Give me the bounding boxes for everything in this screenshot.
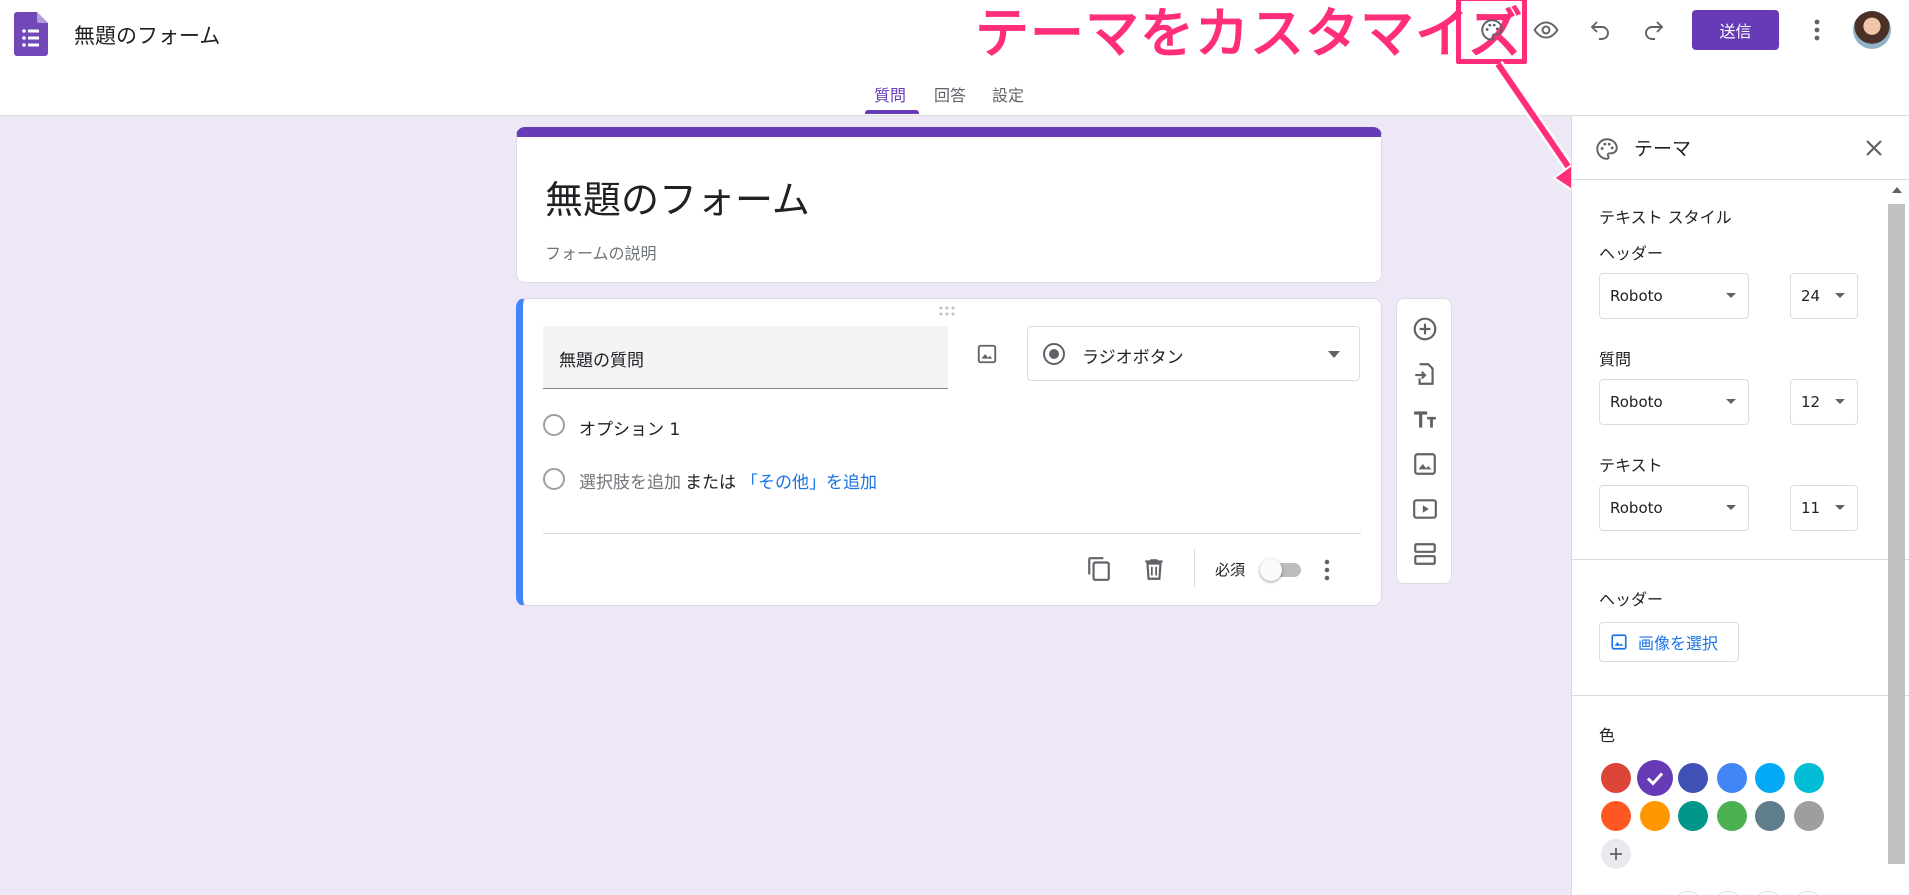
question-title-input[interactable]: 無題の質問 (543, 326, 948, 389)
import-icon[interactable] (1405, 354, 1445, 394)
color-swatch[interactable] (1678, 801, 1708, 831)
required-label: 必須 (1215, 561, 1246, 579)
header-font-value: Roboto (1610, 287, 1663, 305)
choose-image-button[interactable]: 画像を選択 (1599, 622, 1739, 662)
image-icon[interactable] (976, 343, 998, 365)
redo-icon[interactable] (1634, 10, 1674, 50)
card-divider (543, 533, 1361, 534)
color-swatch[interactable] (1678, 763, 1708, 793)
theme-panel-header: テーマ (1572, 116, 1909, 180)
header-size-value: 24 (1801, 287, 1821, 305)
add-color-button[interactable] (1601, 839, 1631, 869)
plus-icon (1610, 848, 1622, 860)
eye-icon[interactable] (1526, 10, 1566, 50)
radio-button-icon (1043, 343, 1065, 365)
option-radio (543, 414, 565, 436)
drag-handle-icon[interactable] (938, 306, 956, 316)
required-toggle[interactable] (1260, 559, 1301, 581)
question-type-label: ラジオボタン (1082, 348, 1184, 368)
or-label: または (685, 473, 736, 493)
palette-icon (1596, 138, 1618, 160)
highlight-box (1456, 0, 1527, 64)
delete-icon[interactable] (1141, 556, 1167, 582)
chevron-down-icon (1328, 351, 1340, 358)
annotation-callout: テーマをカスタマイズ (975, 2, 1524, 65)
color-swatch[interactable] (1636, 760, 1673, 796)
color-swatch[interactable] (1716, 801, 1747, 831)
video-icon[interactable] (1405, 489, 1445, 529)
color-swatch[interactable] (1716, 763, 1747, 793)
title-icon[interactable] (1405, 399, 1445, 439)
color-swatch[interactable] (1755, 801, 1785, 831)
option-label[interactable]: オプション 1 (579, 415, 680, 440)
tab-responses[interactable]: 回答 (934, 82, 966, 106)
form-title[interactable]: 無題のフォーム (545, 169, 810, 224)
header-font-select[interactable]: Roboto (1599, 273, 1749, 319)
close-icon[interactable] (1864, 138, 1884, 158)
image-icon (1611, 634, 1627, 650)
scroll-thumb[interactable] (1888, 204, 1905, 864)
background-swatches-partial (1612, 891, 1844, 895)
tab-questions[interactable]: 質問 (874, 82, 906, 106)
copy-icon[interactable] (1086, 556, 1112, 582)
image-icon[interactable] (1405, 444, 1445, 484)
text-font-value: Roboto (1610, 499, 1663, 517)
color-swatch[interactable] (1639, 801, 1670, 831)
question-card[interactable]: 無題の質問 ラジオボタン オプション 1 選択肢を追加 または 「その他」を追加… (516, 298, 1382, 606)
question-size-value: 12 (1801, 393, 1821, 411)
floating-toolbar (1396, 298, 1452, 584)
active-tab-indicator (865, 110, 919, 114)
scroll-up-icon[interactable] (1892, 187, 1902, 193)
panel-divider (1572, 695, 1909, 696)
theme-panel-title: テーマ (1634, 138, 1692, 160)
top-bar: 無題のフォーム テーマをカスタマイズ 送信 質問 回答 設定 (0, 0, 1909, 116)
text-style-heading: テキスト スタイル (1599, 208, 1732, 227)
panel-scrollbar[interactable] (1886, 180, 1907, 895)
more-vert-icon[interactable] (1324, 559, 1330, 581)
more-vert-icon[interactable] (1797, 10, 1837, 50)
form-title-card: 無題のフォーム フォームの説明 (516, 127, 1382, 283)
section-icon[interactable] (1405, 534, 1445, 574)
header-style-label: ヘッダー (1599, 244, 1664, 263)
add-option-link[interactable]: 選択肢を追加 (579, 468, 681, 493)
form-description[interactable]: フォームの説明 (545, 240, 657, 264)
text-font-select[interactable]: Roboto (1599, 485, 1749, 531)
document-title[interactable]: 無題のフォーム (74, 20, 220, 50)
question-size-select[interactable]: 12 (1790, 379, 1858, 425)
check-icon (1646, 772, 1663, 786)
color-label: 色 (1599, 726, 1616, 745)
text-size-select[interactable]: 11 (1790, 485, 1858, 531)
color-swatch[interactable] (1601, 801, 1631, 831)
header-image-label: ヘッダー (1599, 590, 1664, 609)
undo-icon[interactable] (1580, 10, 1620, 50)
color-swatch[interactable] (1601, 763, 1631, 793)
question-type-dropdown[interactable]: ラジオボタン (1027, 326, 1360, 381)
add-other-link[interactable]: 「その他」を追加 (741, 468, 877, 493)
theme-panel: テーマ テキスト スタイル ヘッダー Roboto 24 質問 Roboto 1… (1571, 116, 1909, 895)
tab-settings[interactable]: 設定 (992, 82, 1024, 106)
question-font-select[interactable]: Roboto (1599, 379, 1749, 425)
question-style-label: 質問 (1599, 350, 1632, 369)
add-option-radio (543, 468, 565, 490)
send-button[interactable]: 送信 (1692, 10, 1779, 50)
toggle-knob (1260, 559, 1282, 581)
text-style-label: テキスト (1599, 456, 1663, 475)
color-swatch[interactable] (1793, 801, 1824, 831)
forms-logo-icon[interactable] (14, 12, 48, 56)
avatar[interactable] (1853, 11, 1891, 49)
color-swatch[interactable] (1793, 763, 1824, 793)
question-font-value: Roboto (1610, 393, 1663, 411)
choose-image-label: 画像を選択 (1638, 634, 1719, 653)
color-swatch[interactable] (1755, 763, 1785, 793)
panel-divider (1572, 559, 1909, 560)
add-circle-icon[interactable] (1405, 309, 1445, 349)
footer-divider (1194, 549, 1195, 587)
text-size-value: 11 (1801, 499, 1821, 517)
header-size-select[interactable]: 24 (1790, 273, 1858, 319)
